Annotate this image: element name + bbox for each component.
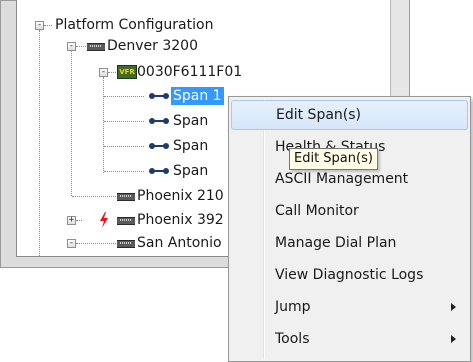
tree-connector xyxy=(103,77,104,173)
tree-connector xyxy=(39,30,40,256)
menu-item-tools[interactable]: Tools xyxy=(231,324,468,354)
tree-connector xyxy=(108,72,116,73)
collapse-toggle-board[interactable]: - xyxy=(99,68,108,77)
collapse-toggle-denver[interactable]: - xyxy=(67,42,76,51)
tree-node-span[interactable]: Span xyxy=(173,137,208,155)
lightning-icon xyxy=(100,212,108,228)
collapse-toggle-san-antonio[interactable]: - xyxy=(67,239,76,248)
device-icon xyxy=(117,240,135,248)
tree-connector xyxy=(104,121,144,122)
menu-item-view-diagnostic-logs[interactable]: View Diagnostic Logs xyxy=(231,260,468,290)
tree-connector xyxy=(76,46,86,47)
device-icon xyxy=(87,43,105,51)
tree-node-denver-3200[interactable]: Denver 3200 xyxy=(107,37,198,55)
menu-item-label: Edit Span(s) xyxy=(276,107,362,123)
collapse-toggle-root[interactable]: - xyxy=(35,21,44,30)
span-icon xyxy=(149,92,169,100)
menu-item-jump[interactable]: Jump xyxy=(231,292,468,322)
menu-item-label: Tools xyxy=(275,331,310,347)
tree-connector xyxy=(71,51,72,196)
device-icon xyxy=(117,193,135,201)
tree-node-span-1[interactable]: Span 1 xyxy=(171,87,224,105)
span-icon xyxy=(149,167,169,175)
tree-connector xyxy=(72,196,116,197)
device-icon xyxy=(117,217,135,225)
tree-node-phoenix-392[interactable]: Phoenix 392 xyxy=(137,211,224,229)
expand-toggle-phoenix-392[interactable]: + xyxy=(67,216,76,225)
tooltip: Edit Span(s) xyxy=(289,148,378,170)
tree-node-span[interactable]: Span xyxy=(173,112,208,130)
tree-node-san-antonio[interactable]: San Antonio xyxy=(137,234,222,252)
menu-item-label: Jump xyxy=(275,299,311,315)
menu-item-call-monitor[interactable]: Call Monitor xyxy=(231,196,468,226)
menu-item-manage-dial-plan[interactable]: Manage Dial Plan xyxy=(231,228,468,258)
context-menu: Edit Span(s) Health & Status ASCII Manag… xyxy=(228,96,471,362)
span-icon xyxy=(149,117,169,125)
submenu-arrow-icon xyxy=(451,335,456,343)
board-icon: VFR xyxy=(117,65,137,79)
span-icon xyxy=(149,142,169,150)
menu-item-label: Call Monitor xyxy=(275,203,359,219)
tree-connector xyxy=(104,171,144,172)
tree-connector xyxy=(76,220,82,221)
tree-connector xyxy=(44,25,52,26)
tree-connector xyxy=(104,96,144,97)
menu-item-edit-spans[interactable]: Edit Span(s) xyxy=(231,100,468,130)
tree-node-0030f6111f01[interactable]: 0030F6111F01 xyxy=(137,63,242,81)
submenu-arrow-icon xyxy=(451,303,456,311)
menu-item-label: View Diagnostic Logs xyxy=(275,267,424,283)
menu-item-label: Manage Dial Plan xyxy=(275,235,397,251)
tree-connector xyxy=(104,146,144,147)
tree-node-span[interactable]: Span xyxy=(173,162,208,180)
tree-node-phoenix-210[interactable]: Phoenix 210 xyxy=(137,187,224,205)
tree-node-platform-configuration[interactable]: Platform Configuration xyxy=(55,16,213,34)
tree-connector xyxy=(76,243,116,244)
